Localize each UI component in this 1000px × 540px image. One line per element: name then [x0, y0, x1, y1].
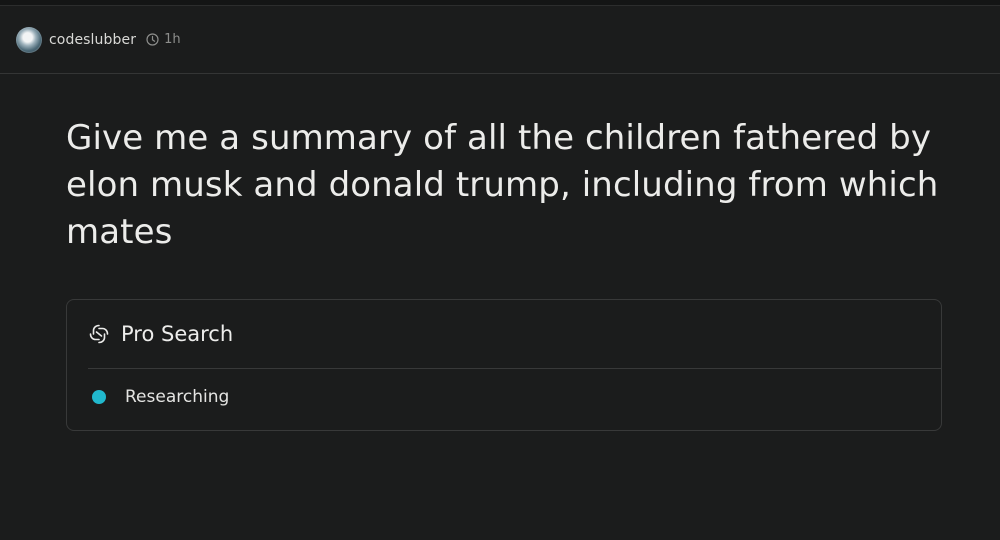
pro-search-header[interactable]: Pro Search [87, 320, 233, 348]
clock-icon [146, 33, 159, 46]
timestamp: 1h [146, 32, 181, 47]
avatar[interactable] [16, 26, 42, 53]
research-step: Researching [92, 387, 229, 407]
status-dot-icon [92, 390, 106, 404]
thread-header: codeslubber 1h [0, 6, 1000, 74]
pro-search-title: Pro Search [121, 322, 234, 346]
page: codeslubber 1h Give me a summary of all … [0, 0, 1000, 540]
step-label: Researching [125, 387, 230, 407]
divider [88, 368, 941, 369]
username[interactable]: codeslubber [49, 32, 136, 48]
time-label: 1h [164, 32, 181, 47]
pro-search-icon [87, 322, 111, 346]
query-text: Give me a summary of all the children fa… [66, 118, 939, 252]
pro-search-panel[interactable]: Pro Search Researching [66, 299, 942, 431]
